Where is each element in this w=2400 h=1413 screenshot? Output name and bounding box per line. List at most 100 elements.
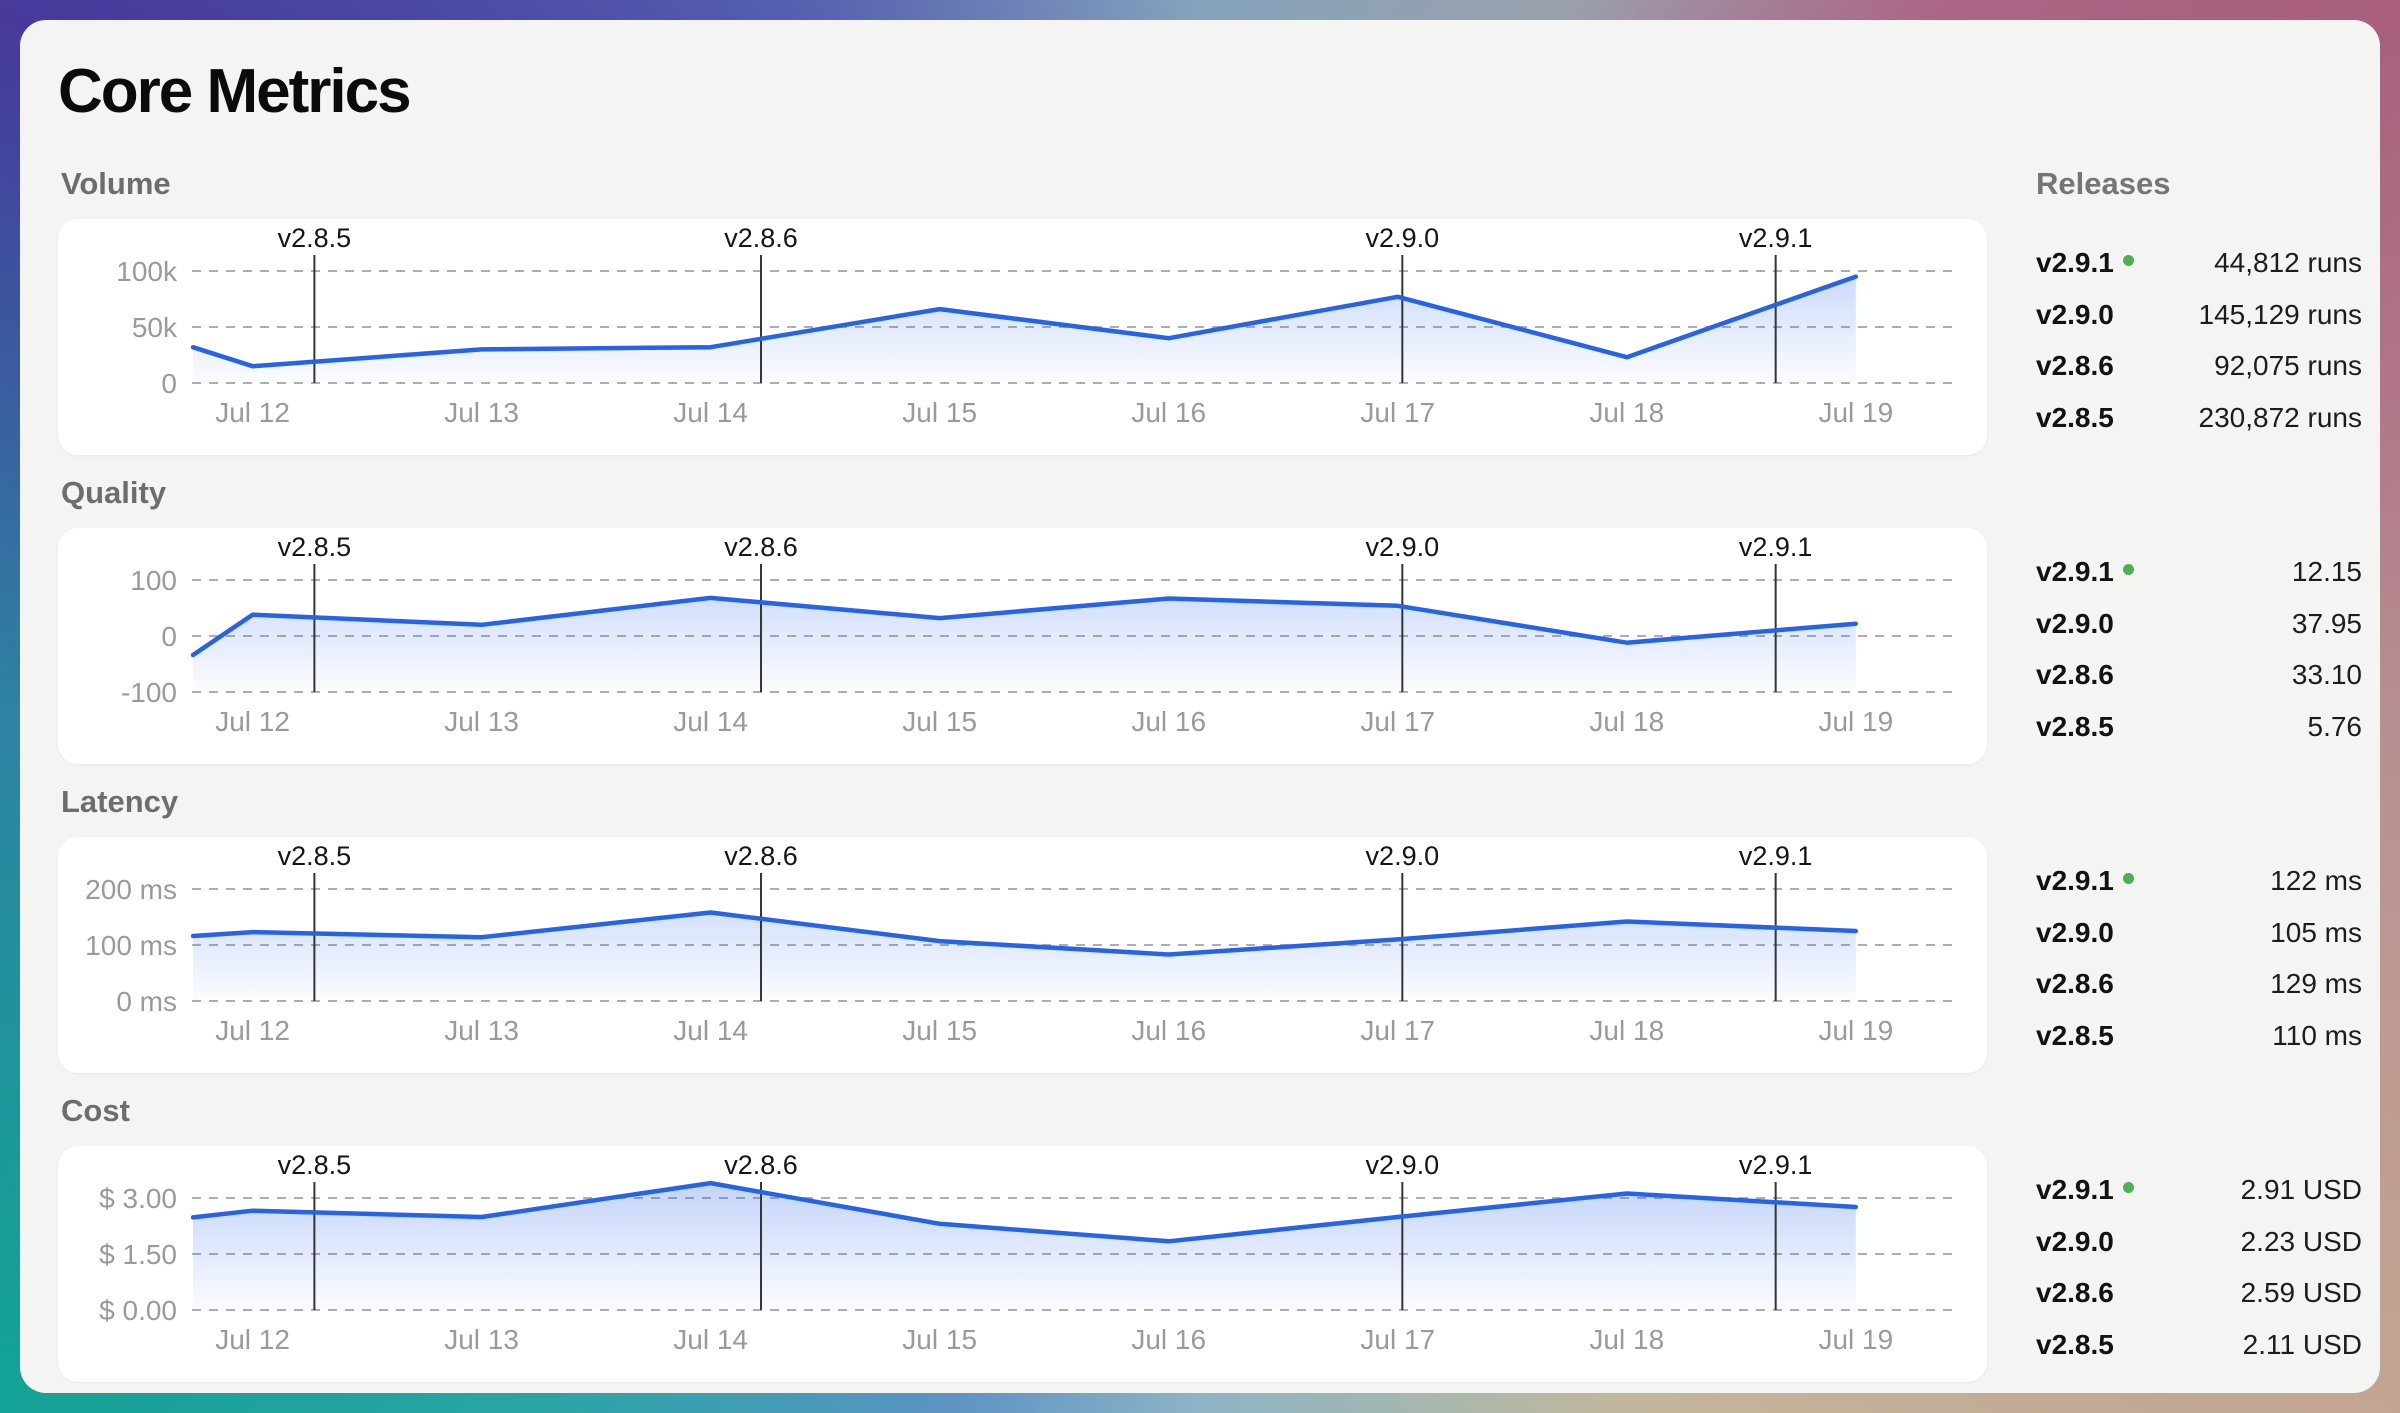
y-tick-label: 0 ms	[116, 986, 177, 1017]
section-label-latency: Latency	[61, 784, 178, 820]
x-tick-label: Jul 16	[1131, 1015, 1206, 1046]
release-version: v2.9.0	[2036, 608, 2114, 640]
x-tick-label: Jul 17	[1360, 1015, 1435, 1046]
release-marker-label: v2.9.1	[1739, 841, 1813, 871]
release-version: v2.8.5	[2036, 1020, 2114, 1052]
release-row-volume-v2.9.0: v2.9.0 145,129 runs	[2036, 299, 2362, 331]
release-marker-label: v2.9.1	[1739, 223, 1813, 253]
release-stat: 129 ms	[2270, 968, 2362, 1000]
release-row-latency-v2.9.0: v2.9.0 105 ms	[2036, 917, 2362, 949]
y-tick-label: $ 1.50	[99, 1239, 177, 1270]
x-tick-label: Jul 12	[215, 1324, 290, 1355]
release-version: v2.9.0	[2036, 299, 2114, 331]
release-stat: 2.91 USD	[2241, 1174, 2362, 1206]
release-version: v2.9.0	[2036, 1226, 2114, 1258]
y-tick-label: $ 3.00	[99, 1183, 177, 1214]
release-marker-label: v2.8.5	[278, 223, 352, 253]
release-stat: 230,872 runs	[2199, 402, 2362, 434]
x-tick-label: Jul 17	[1360, 397, 1435, 428]
release-version: v2.9.1	[2036, 556, 2134, 588]
current-release-dot	[2123, 1182, 2134, 1193]
release-marker-label: v2.8.6	[724, 532, 798, 562]
y-tick-label: $ 0.00	[99, 1295, 177, 1326]
y-tick-label: 50k	[132, 312, 178, 343]
x-tick-label: Jul 17	[1360, 1324, 1435, 1355]
x-tick-label: Jul 17	[1360, 706, 1435, 737]
release-stat: 122 ms	[2270, 865, 2362, 897]
release-stat: 37.95	[2292, 608, 2362, 640]
gradient-frame: Core Metrics Releases Volume 100k 50k 0 v2.8…	[0, 0, 2400, 1413]
release-version: v2.8.6	[2036, 1277, 2114, 1309]
release-row-cost-v2.8.5: v2.8.5 2.11 USD	[2036, 1329, 2362, 1361]
section-label-cost: Cost	[61, 1093, 130, 1129]
release-stat: 2.59 USD	[2241, 1277, 2362, 1309]
release-marker-label: v2.9.1	[1739, 532, 1813, 562]
x-tick-label: Jul 15	[902, 1324, 977, 1355]
page-title: Core Metrics	[58, 56, 410, 127]
release-row-quality-v2.9.1: v2.9.1 12.15	[2036, 556, 2362, 588]
release-marker-label: v2.9.0	[1366, 532, 1440, 562]
release-version: v2.8.5	[2036, 402, 2114, 434]
release-marker-label: v2.9.0	[1366, 1150, 1440, 1180]
y-tick-label: 200 ms	[85, 874, 177, 905]
release-stat: 44,812 runs	[2214, 247, 2362, 279]
release-version: v2.9.0	[2036, 917, 2114, 949]
releases-header: Releases	[2036, 166, 2170, 202]
release-version: v2.8.6	[2036, 350, 2114, 382]
release-marker-label: v2.9.0	[1366, 223, 1440, 253]
release-version: v2.8.5	[2036, 711, 2114, 743]
release-version: v2.9.1	[2036, 1174, 2134, 1206]
release-row-cost-v2.9.0: v2.9.0 2.23 USD	[2036, 1226, 2362, 1258]
release-row-volume-v2.8.5: v2.8.5 230,872 runs	[2036, 402, 2362, 434]
x-tick-label: Jul 19	[1818, 1015, 1893, 1046]
release-marker-label: v2.8.6	[724, 841, 798, 871]
release-version: v2.9.1	[2036, 865, 2134, 897]
release-stat: 2.23 USD	[2241, 1226, 2362, 1258]
release-version: v2.8.6	[2036, 659, 2114, 691]
quality-chart: 1000-100v2.8.5v2.8.6v2.9.0v2.9.1Jul 12Ju…	[58, 528, 1987, 764]
release-marker-label: v2.8.6	[724, 1150, 798, 1180]
metric-area	[193, 277, 1856, 383]
x-tick-label: Jul 13	[444, 1324, 519, 1355]
release-row-cost-v2.8.6: v2.8.6 2.59 USD	[2036, 1277, 2362, 1309]
release-marker-label: v2.8.6	[724, 223, 798, 253]
release-marker-label: v2.9.1	[1739, 1150, 1813, 1180]
x-tick-label: Jul 14	[673, 1324, 748, 1355]
release-marker-label: v2.9.0	[1366, 841, 1440, 871]
x-tick-label: Jul 12	[215, 706, 290, 737]
x-tick-label: Jul 14	[673, 397, 748, 428]
y-tick-label: 0	[161, 621, 177, 652]
release-row-latency-v2.8.6: v2.8.6129 ms	[2036, 968, 2362, 1000]
release-row-volume-v2.9.1: v2.9.144,812 runs	[2036, 247, 2362, 279]
x-tick-label: Jul 19	[1818, 1324, 1893, 1355]
release-marker-label: v2.8.5	[278, 841, 352, 871]
x-tick-label: Jul 18	[1589, 1324, 1664, 1355]
release-row-latency-v2.8.5: v2.8.5 110 ms	[2036, 1020, 2362, 1052]
release-stat: 145,129 runs	[2199, 299, 2362, 331]
release-stat: 2.11 USD	[2243, 1329, 2362, 1361]
section-label-volume: Volume	[61, 166, 171, 202]
release-row-quality-v2.8.6: v2.8.633.10	[2036, 659, 2362, 691]
release-marker-label: v2.8.5	[278, 1150, 352, 1180]
release-version: v2.8.5	[2036, 1329, 2114, 1361]
x-tick-label: Jul 13	[444, 397, 519, 428]
release-row-cost-v2.9.1: v2.9.1 2.91 USD	[2036, 1174, 2362, 1206]
x-tick-label: Jul 18	[1589, 706, 1664, 737]
x-tick-label: Jul 16	[1131, 1324, 1206, 1355]
y-tick-label: 100	[130, 565, 177, 596]
metric-area	[193, 913, 1856, 1002]
release-stat: 105 ms	[2270, 917, 2362, 949]
metric-area	[193, 1183, 1856, 1310]
current-release-dot	[2123, 564, 2134, 575]
cost-chart: $ 3.00 $ 1.50 $ 0.00 v2.8.5 v2.8.6 v2.9.0 v2.9…	[58, 1146, 1987, 1382]
release-row-quality-v2.8.5: v2.8.55.76	[2036, 711, 2362, 743]
x-tick-label: Jul 15	[902, 706, 977, 737]
x-tick-label: Jul 15	[902, 1015, 977, 1046]
x-tick-label: Jul 18	[1589, 397, 1664, 428]
release-stat: 92,075 runs	[2214, 350, 2362, 382]
y-tick-label: 100k	[116, 256, 178, 287]
release-stat: 12.15	[2292, 556, 2362, 588]
release-stat: 110 ms	[2272, 1020, 2362, 1052]
x-tick-label: Jul 19	[1818, 397, 1893, 428]
release-marker-label: v2.8.5	[278, 532, 352, 562]
